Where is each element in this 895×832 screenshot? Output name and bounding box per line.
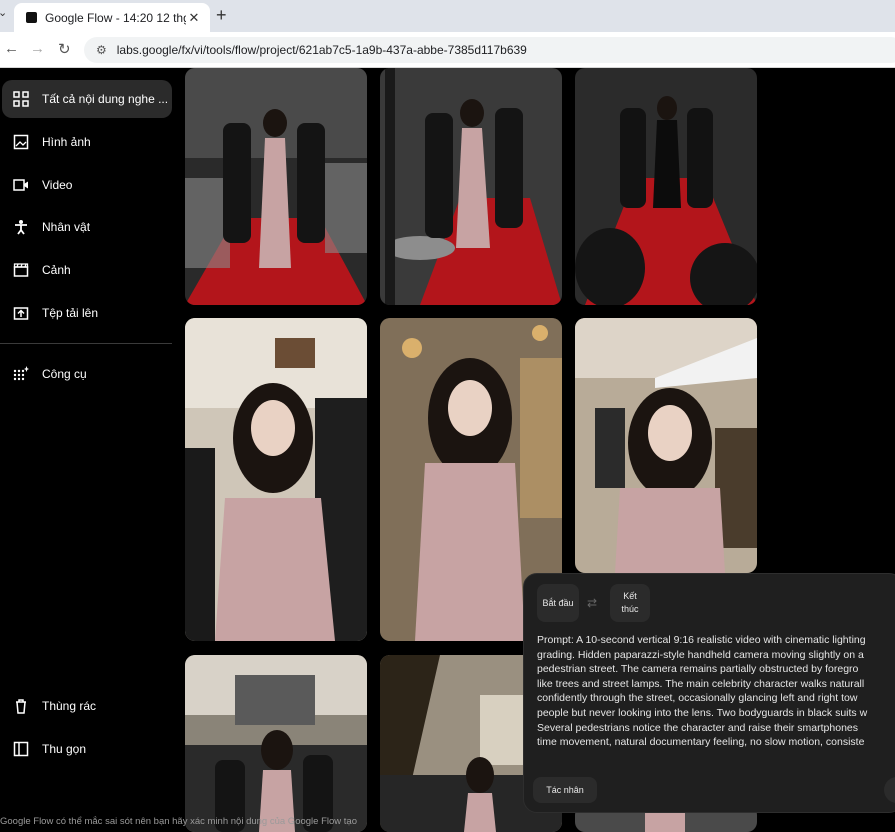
end-frame-label: Kết thúc — [621, 591, 639, 614]
thumbnail-image — [380, 68, 562, 305]
sidebar-item-label: Tất cả nội dung nghe ... — [42, 92, 169, 106]
sidebar-item-tools[interactable]: Công cụ — [2, 355, 172, 393]
forward-arrow-icon[interactable]: → — [30, 40, 45, 57]
send-button[interactable]: ↑ — [884, 777, 895, 803]
tab-close-icon[interactable]: ✕ — [186, 10, 202, 26]
prompt-panel: Bắt đầu ⇄ Kết thúc Prompt: A 10-second v… — [523, 573, 895, 813]
trash-icon — [12, 697, 30, 715]
sidebar-item-trash[interactable]: Thùng rác — [2, 687, 172, 725]
sidebar-item-uploads[interactable]: Tệp tải lên — [2, 294, 172, 332]
tab-search-chevron-icon[interactable]: ⌄ — [0, 6, 7, 19]
prompt-textarea[interactable]: Prompt: A 10-second vertical 9:16 realis… — [537, 633, 895, 753]
collapse-icon — [12, 740, 30, 758]
sidebar-item-label: Thùng rác — [42, 699, 97, 713]
gallery-tile[interactable] — [575, 68, 757, 305]
site-settings-icon[interactable]: ⚙ — [96, 43, 107, 57]
url-text: labs.google/fx/vi/tools/flow/project/621… — [116, 43, 527, 57]
favicon-icon — [26, 12, 37, 23]
sidebar-item-label: Cảnh — [42, 263, 71, 277]
person-icon — [12, 218, 30, 236]
grid-icon — [12, 90, 30, 108]
sidebar-item-all-content[interactable]: Tất cả nội dung nghe ... — [2, 80, 172, 118]
tools-icon — [12, 365, 30, 383]
sidebar-item-label: Hình ảnh — [42, 135, 91, 149]
sidebar-item-images[interactable]: Hình ảnh — [2, 123, 172, 161]
sidebar-item-label: Tệp tải lên — [42, 306, 99, 320]
sidebar-item-label: Nhân vật — [42, 220, 91, 234]
sidebar-item-characters[interactable]: Nhân vật — [2, 208, 172, 246]
gallery-tile[interactable] — [185, 318, 367, 641]
start-frame-button[interactable]: Bắt đầu — [537, 584, 579, 622]
new-tab-button[interactable]: + — [216, 5, 227, 26]
agent-button[interactable]: Tác nhân — [533, 777, 597, 803]
sidebar-divider — [0, 343, 172, 344]
gallery-tile[interactable] — [380, 68, 562, 305]
thumbnail-image — [575, 318, 757, 573]
sidebar-item-label: Thu gọn — [42, 742, 87, 756]
thumbnail-image — [185, 68, 367, 305]
gallery-tile[interactable] — [185, 655, 367, 832]
gallery-tile[interactable] — [185, 68, 367, 305]
disclaimer-text: Google Flow có thể mắc sai sót nên bạn h… — [0, 816, 357, 827]
image-icon — [12, 133, 30, 151]
upload-icon — [12, 304, 30, 322]
reload-icon[interactable]: ↻ — [58, 40, 71, 58]
tab-title: Google Flow - 14:20 12 thg 6 — [45, 10, 186, 25]
sidebar-item-collapse[interactable]: Thu gọn — [2, 730, 172, 768]
swap-icon[interactable]: ⇄ — [587, 596, 597, 610]
back-arrow-icon[interactable]: ← — [4, 40, 19, 57]
thumbnail-image — [185, 318, 367, 641]
clapperboard-icon — [12, 261, 30, 279]
sidebar-item-scenes[interactable]: Cảnh — [2, 251, 172, 289]
sidebar: Tất cả nội dung nghe ... Hình ảnh Video … — [0, 68, 180, 832]
gallery-tile[interactable] — [575, 318, 757, 573]
url-field[interactable]: ⚙ labs.google/fx/vi/tools/flow/project/6… — [84, 37, 895, 63]
sidebar-item-label: Video — [42, 178, 73, 192]
browser-tab-bar: ⌄ Google Flow - 14:20 12 thg 6 ✕ + — [0, 0, 895, 32]
agent-button-label: Tác nhân — [546, 785, 584, 795]
address-bar: ← → ↻ ⚙ labs.google/fx/vi/tools/flow/pro… — [0, 32, 895, 68]
start-frame-label: Bắt đầu — [542, 597, 574, 608]
sidebar-item-label: Công cụ — [42, 367, 87, 381]
end-frame-button[interactable]: Kết thúc — [610, 584, 650, 622]
browser-tab[interactable]: Google Flow - 14:20 12 thg 6 ✕ — [14, 3, 210, 32]
thumbnail-image — [575, 68, 757, 305]
thumbnail-image — [185, 655, 367, 832]
video-icon — [12, 176, 30, 194]
sidebar-item-video[interactable]: Video — [2, 166, 172, 204]
